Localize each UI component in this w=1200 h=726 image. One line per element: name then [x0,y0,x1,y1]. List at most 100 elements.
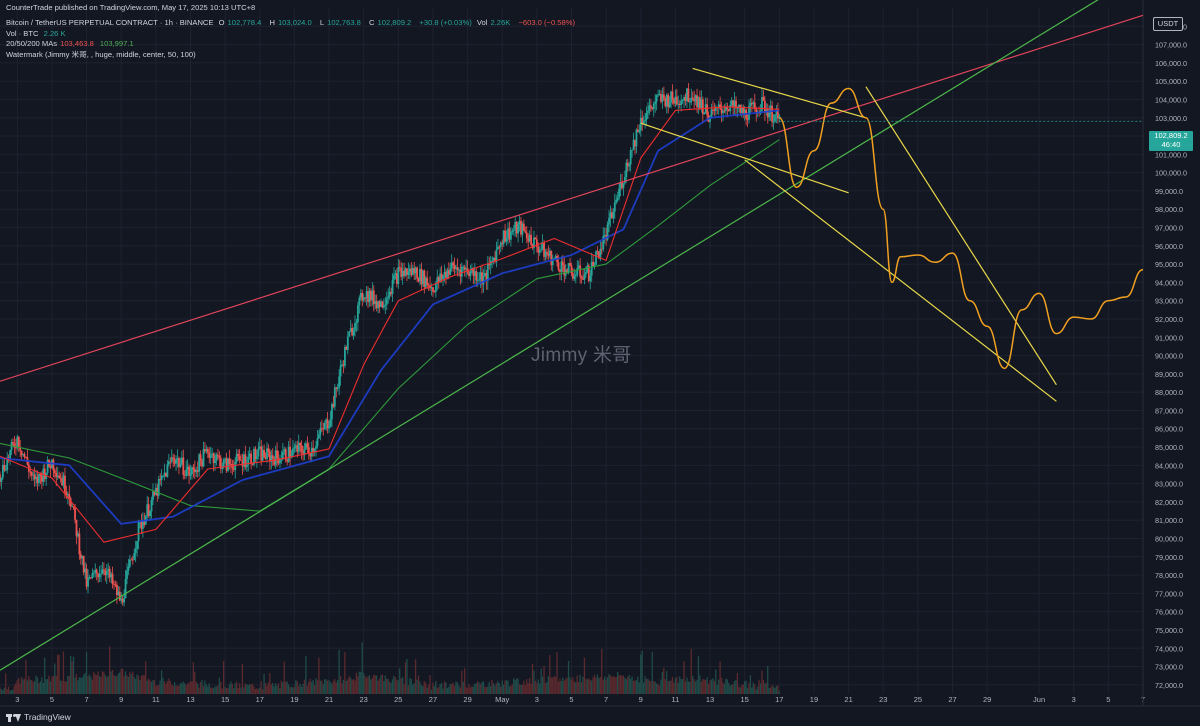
candle-down [169,461,172,463]
candle-up [540,249,543,251]
volume-bar [686,677,688,694]
volume-bar [234,683,236,694]
candle-up [281,451,284,459]
volume-bar [416,679,418,694]
volume-bar [518,684,521,694]
watermark-indicator-row[interactable]: Watermark (Jimmy 米哥, , huge, middle, cen… [6,49,199,60]
volume-bar [601,648,603,694]
volume-bar [205,684,207,694]
volume-bar [641,650,643,694]
volume-bar [452,682,454,694]
volume-bar [149,680,151,694]
candle-down [452,262,455,266]
volume-bar [420,685,423,694]
currency-label[interactable]: USDT [1153,17,1183,31]
volume-bar [243,687,245,694]
x-tick-label: 5 [569,695,573,704]
volume-bar [0,689,3,694]
volume-bar [524,685,526,694]
volume-bar [241,664,244,694]
volume-bar [207,686,209,694]
volume-bar [384,675,386,694]
candle-up [162,475,164,477]
candle-down [12,442,14,444]
volume-bar [380,675,382,694]
volume-bar [429,675,431,694]
candle-up [576,267,579,275]
volume-bar [300,686,303,694]
tradingview-footer[interactable]: TradingView [6,712,71,722]
volume-bar [260,681,262,694]
volume-bar [360,671,362,694]
volume-bar [274,683,277,694]
volume-bar [0,687,1,694]
volume-bar [777,685,779,694]
volume-bar [325,679,327,694]
volume-bar [338,649,340,694]
volume-bar [334,679,336,694]
volume-bar [123,676,125,694]
candle-down [525,232,528,239]
candle-down [569,263,571,266]
candle-down [701,99,704,115]
candle-up [175,460,177,464]
volume-bar [7,686,10,694]
volume-bar [2,690,4,694]
volume-bar [514,680,516,694]
volume-bar [521,684,524,694]
x-tick-label: 23 [360,695,368,704]
candle-up [149,511,151,517]
candle-up [339,365,342,377]
volume-bar [145,661,147,694]
volume-bar [666,670,668,694]
candle-down [39,473,42,476]
volume-bar [637,676,639,694]
volume-bar [214,686,216,694]
volume-bar [211,687,213,694]
volume-bar [702,678,704,694]
volume-bar [276,685,278,694]
volume-bar [160,670,163,694]
volume-bar [362,672,365,694]
volume-bar [51,677,53,694]
volume-bar [432,682,434,694]
candle-down [561,261,564,266]
candle-up [293,447,296,449]
volume-bar [742,684,744,694]
y-tick-label: 82,000.0 [1155,498,1183,507]
volume-bar [257,688,259,694]
volume-bar [355,672,358,694]
x-tick-label: 13 [186,695,194,704]
volume-bar [81,677,83,694]
volume-bar [373,674,375,694]
volume-bar [68,675,70,694]
volume-bar [625,679,627,694]
x-tick-label: 7 [85,695,89,704]
candle-down [68,494,71,499]
volume-bar [90,676,92,694]
ma-indicator-row[interactable]: 20/50/200 MAs 103,463.8 103,997.1 [6,39,137,48]
volume-bar [580,682,583,694]
candle-down [546,251,548,254]
volume-bar [269,673,271,694]
x-tick-label: 27 [948,695,956,704]
volume-bar [552,677,554,694]
volume-bar [117,673,119,694]
volume-bar [667,681,669,694]
volume-bar [627,676,629,694]
volume-bar [576,675,578,694]
volume-bar [681,679,684,694]
volume-indicator-row[interactable]: Vol · BTC 2.26 K [6,29,69,38]
volume-bar [648,680,651,694]
candle-up [647,110,649,114]
candle-up [772,121,775,123]
volume-bar [578,682,580,694]
volume-bar [153,679,156,694]
volume-bar [146,680,148,694]
volume-bar [596,674,599,694]
volume-bar [673,682,675,694]
candle-up [128,559,131,567]
volume-bar [140,675,143,694]
x-tick-label: 17 [775,695,783,704]
volume-bar [52,675,54,694]
